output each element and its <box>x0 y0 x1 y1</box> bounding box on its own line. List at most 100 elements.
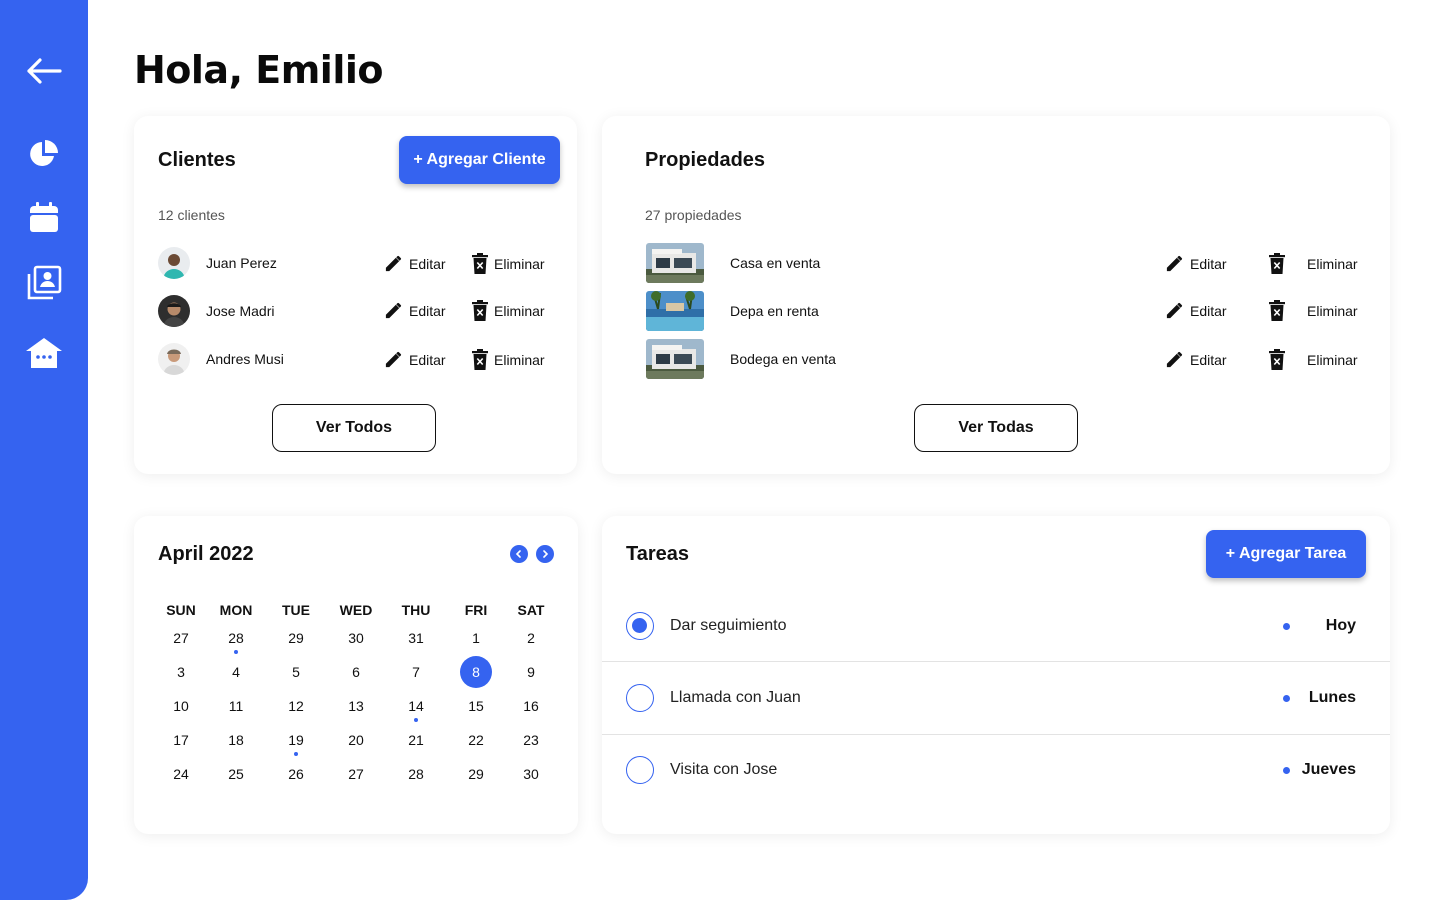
edit-button[interactable]: Editar <box>384 254 446 273</box>
calendar-day[interactable]: 28 <box>396 760 436 788</box>
calendar-day[interactable]: 9 <box>511 658 551 686</box>
task-row: Dar seguimiento Hoy <box>602 590 1390 662</box>
calendar-day[interactable]: 12 <box>276 692 316 720</box>
calendar-day[interactable]: 5 <box>276 658 316 686</box>
property-name: Bodega en venta <box>730 351 836 367</box>
calendar-day[interactable]: 11 <box>216 692 256 720</box>
home-icon[interactable] <box>24 333 64 373</box>
calendar-day[interactable]: 3 <box>161 658 201 686</box>
next-month-button[interactable] <box>536 545 554 563</box>
delete-button[interactable]: Eliminar <box>472 253 545 274</box>
add-task-button[interactable]: + Agregar Tarea <box>1206 530 1366 578</box>
delete-label: Eliminar <box>1307 255 1358 272</box>
task-row: Llamada con Juan Lunes <box>602 663 1390 735</box>
calendar-day[interactable]: 4 <box>216 658 256 686</box>
avatar <box>158 343 190 375</box>
edit-label: Editar <box>409 302 446 319</box>
property-thumbnail <box>646 243 704 283</box>
calendar-day[interactable]: 7 <box>396 658 436 686</box>
pencil-icon <box>1166 255 1183 272</box>
propiedades-card: Propiedades 27 propiedades Casa en venta… <box>602 116 1390 474</box>
delete-button[interactable]: Eliminar <box>1269 300 1358 321</box>
contacts-icon[interactable] <box>24 263 64 303</box>
calendar-day[interactable]: 27 <box>161 624 201 652</box>
delete-label: Eliminar <box>1307 302 1358 319</box>
delete-button[interactable]: Eliminar <box>472 349 545 370</box>
calendar-day[interactable]: 25 <box>216 760 256 788</box>
prev-month-button[interactable] <box>510 545 528 563</box>
calendar-day[interactable]: 20 <box>336 726 376 754</box>
view-all-clients-button[interactable]: Ver Todos <box>272 404 436 452</box>
calendar-day[interactable]: 26 <box>276 760 316 788</box>
calendar-day[interactable]: 27 <box>336 760 376 788</box>
delete-button[interactable]: Eliminar <box>1269 253 1358 274</box>
calendar-day[interactable]: 19 <box>276 726 316 754</box>
task-checkbox[interactable] <box>626 756 654 784</box>
property-thumbnail <box>646 339 704 379</box>
calendar-day[interactable]: 21 <box>396 726 436 754</box>
task-checkbox[interactable] <box>626 612 654 640</box>
propiedades-title: Propiedades <box>645 149 766 171</box>
task-due: Hoy <box>1325 617 1356 634</box>
task-checkbox[interactable] <box>626 684 654 712</box>
edit-label: Editar <box>409 255 446 272</box>
calendar-day[interactable]: 24 <box>161 760 201 788</box>
calendar-day[interactable]: 16 <box>511 692 551 720</box>
task-dot <box>1283 695 1290 702</box>
calendar-day[interactable]: 1 <box>456 624 496 652</box>
calendar-month-title: April 2022 <box>158 543 254 565</box>
calendar-day[interactable]: 23 <box>511 726 551 754</box>
delete-button[interactable]: Eliminar <box>1269 349 1358 370</box>
calendar-day[interactable]: 30 <box>336 624 376 652</box>
edit-label: Editar <box>409 351 446 368</box>
calendar-day[interactable]: 29 <box>276 624 316 652</box>
trash-icon <box>472 253 488 274</box>
calendar-weekday: WED <box>339 602 373 618</box>
clientes-card: Clientes + Agregar Cliente 12 clientes J… <box>134 116 577 474</box>
task-label: Llamada con Juan <box>670 689 801 706</box>
edit-button[interactable]: Editar <box>384 301 446 320</box>
calendar-day[interactable]: 14 <box>396 692 436 720</box>
calendar-day[interactable]: 8 <box>456 658 496 686</box>
list-item <box>646 243 704 283</box>
pencil-icon <box>385 351 402 368</box>
delete-label: Eliminar <box>494 255 545 272</box>
calendar-day[interactable]: 13 <box>336 692 376 720</box>
edit-button[interactable]: Editar <box>1165 301 1227 320</box>
back-arrow-icon[interactable] <box>24 51 64 91</box>
edit-label: Editar <box>1190 255 1227 272</box>
client-name: Jose Madri <box>206 303 275 319</box>
clientes-count: 12 clientes <box>158 207 225 223</box>
list-item <box>646 339 704 379</box>
edit-button[interactable]: Editar <box>1165 254 1227 273</box>
tareas-title: Tareas <box>626 543 690 565</box>
calendar-day[interactable]: 10 <box>161 692 201 720</box>
calendar-day[interactable]: 28 <box>216 624 256 652</box>
calendar-day[interactable]: 17 <box>161 726 201 754</box>
pencil-icon <box>1166 351 1183 368</box>
calendar-day[interactable]: 6 <box>336 658 376 686</box>
calendar-day[interactable]: 22 <box>456 726 496 754</box>
trash-icon <box>1269 300 1285 321</box>
calendar-day[interactable]: 2 <box>511 624 551 652</box>
calendar-icon[interactable] <box>24 197 64 237</box>
view-all-properties-button[interactable]: Ver Todas <box>914 404 1078 452</box>
edit-label: Editar <box>1190 302 1227 319</box>
delete-button[interactable]: Eliminar <box>472 300 545 321</box>
edit-button[interactable]: Editar <box>1165 350 1227 369</box>
pencil-icon <box>385 255 402 272</box>
calendar-day[interactable]: 29 <box>456 760 496 788</box>
pie-chart-icon[interactable] <box>24 134 64 174</box>
task-label: Dar seguimiento <box>670 617 787 634</box>
add-client-button[interactable]: + Agregar Cliente <box>399 136 560 184</box>
calendar-day[interactable]: 15 <box>456 692 496 720</box>
calendar-weekday: THU <box>401 602 431 618</box>
calendar-day[interactable]: 31 <box>396 624 436 652</box>
calendar-day[interactable]: 18 <box>216 726 256 754</box>
edit-label: Editar <box>1190 351 1227 368</box>
calendar-weekday: FRI <box>464 602 488 618</box>
calendar-day[interactable]: 30 <box>511 760 551 788</box>
calendar-weekday: SUN <box>166 602 196 618</box>
edit-button[interactable]: Editar <box>384 350 446 369</box>
calendar-event-dot <box>234 650 238 654</box>
